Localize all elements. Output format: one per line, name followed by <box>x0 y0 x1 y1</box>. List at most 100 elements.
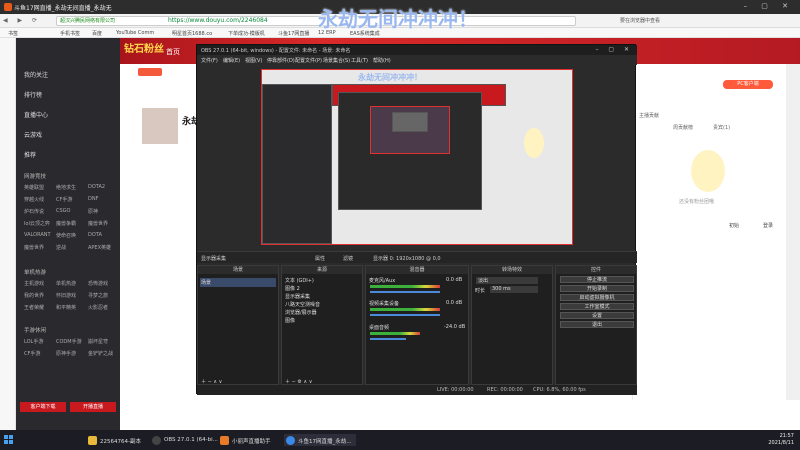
bookmark-item[interactable]: 明星首页1688.co <box>172 30 212 37</box>
studio-mode-button[interactable]: 工作室模式 <box>560 303 634 310</box>
taskbar-item[interactable]: 斗鱼17网直播_永劫... <box>284 434 356 446</box>
sidebar-category-link[interactable]: 寻梦之旅 <box>88 292 108 299</box>
source-item[interactable]: 显示器采集 <box>285 293 310 300</box>
sidebar-category-link[interactable]: 魔兽世界 <box>88 220 108 227</box>
stop-streaming-button[interactable]: 停止推流 <box>560 276 634 283</box>
sidebar-category-link[interactable]: 魔兽世界 <box>24 244 44 251</box>
start-recording-button[interactable]: 开始录制 <box>560 285 634 292</box>
sidebar-category-link[interactable]: 单机热游 <box>56 280 76 287</box>
obs-menu-item[interactable]: 视图(V) <box>245 57 262 64</box>
nav-buttons[interactable]: ◀ ▶ ⟳ <box>3 17 53 25</box>
obs-menu-item[interactable]: 编辑(E) <box>223 57 240 64</box>
sidebar-category-link[interactable]: 逆战 <box>56 244 66 251</box>
taskbar-item[interactable]: 22564764-副本 <box>86 434 145 446</box>
bookmark-item[interactable]: 下单成功-模版机 <box>228 30 265 37</box>
obs-menu-item[interactable]: 文件(F) <box>201 57 218 64</box>
display-select[interactable]: 显示器 0: 1920x1080 @ 0,0 <box>373 255 441 262</box>
sidebar-item-cloud-game[interactable]: 云游戏 <box>24 130 42 139</box>
obs-menu-item[interactable]: 帮助(H) <box>373 57 391 64</box>
sidebar-category-link[interactable]: 主机游戏 <box>24 280 44 287</box>
system-clock[interactable]: 21:57 2021/8/11 <box>768 433 794 447</box>
bookmark-item[interactable]: 手机书签 <box>60 30 80 37</box>
sidebar-category-link[interactable]: lol云顶之弈 <box>24 220 50 227</box>
sidebar-category-link[interactable]: 怀旧游戏 <box>56 292 76 299</box>
sidebar-category-link[interactable]: 王者荣耀 <box>24 304 44 311</box>
sidebar-category-link[interactable]: 穿越火线 <box>24 196 44 203</box>
transition-type-select[interactable]: 淡出 <box>476 277 538 284</box>
bookmark-item[interactable]: YouTube Comm <box>116 30 154 36</box>
bookmark-item[interactable]: 斗鱼17网直播 <box>278 30 309 37</box>
filters-button[interactable]: 滤镜 <box>343 255 353 262</box>
sidebar-category-link[interactable]: 魔兽争霸 <box>56 220 76 227</box>
scene-controls[interactable]: ＋ − ∧ ∨ <box>201 378 222 385</box>
sidebar-category-link[interactable]: 原神手游 <box>56 350 76 357</box>
url-field[interactable]: https://www.douyu.com/2246084 <box>168 17 268 24</box>
source-item[interactable]: 文本 (GDI+) <box>285 277 314 284</box>
taskbar-item[interactable]: 小丽声直播助手 <box>218 434 275 446</box>
sidebar-category-link[interactable]: 炉石传说 <box>24 208 44 215</box>
volume-slider[interactable] <box>370 314 440 316</box>
pc-client-button[interactable]: PC客户端 <box>723 80 773 89</box>
sidebar-category-link[interactable]: 原神 <box>88 208 98 215</box>
nav-home-link[interactable]: 首页 <box>166 47 180 57</box>
taskbar-item[interactable]: OBS 27.0.1 (64-bi... <box>150 434 222 446</box>
obs-menu-item[interactable]: 配置文件(P) <box>295 57 322 64</box>
sidebar-category-link[interactable]: VALORANT <box>24 232 51 238</box>
source-item[interactable]: 浏览器/展示器 <box>285 309 317 316</box>
avatar[interactable] <box>142 108 178 144</box>
bookmark-item[interactable]: 百度 <box>92 30 102 37</box>
properties-button[interactable]: 属性 <box>315 255 325 262</box>
exit-button[interactable]: 退出 <box>560 321 634 328</box>
sidebar-category-link[interactable]: DNF <box>88 196 98 202</box>
sidebar-category-link[interactable]: 绝地求生 <box>56 184 76 191</box>
rank-tab[interactable]: 周贡献榜 <box>673 124 693 131</box>
source-item[interactable]: 八路天空测噪音 <box>285 301 320 308</box>
site-logo[interactable]: 钻石粉丝 <box>124 40 164 55</box>
obs-window-controls[interactable]: – ▢ ✕ <box>595 46 633 53</box>
duration-input[interactable]: 300 ms <box>490 286 538 293</box>
address-box[interactable] <box>56 16 576 26</box>
sidebar-item-recommend[interactable]: 推荐 <box>24 150 36 159</box>
sidebar-category-link[interactable]: 恐怖游戏 <box>88 280 108 287</box>
sidebar-category-link[interactable]: DOTA <box>88 232 102 238</box>
sidebar-category-link[interactable]: 崩坏星穹 <box>88 338 108 345</box>
sidebar-category-link[interactable]: 金铲铲之战 <box>88 350 113 357</box>
sidebar-category-link[interactable]: 火影忍者 <box>88 304 108 311</box>
sidebar-category-link[interactable]: LOL手游 <box>24 338 43 345</box>
page-scrollbar[interactable] <box>786 64 800 400</box>
client-download-button[interactable]: 客户端下载 <box>20 402 66 412</box>
volume-slider[interactable] <box>370 338 406 340</box>
rank-tab[interactable]: 主播贡献 <box>639 112 659 119</box>
panel-action[interactable]: 初始 <box>729 222 739 229</box>
bookmark-item[interactable]: 书签 <box>8 30 18 37</box>
sidebar-category-link[interactable]: 我的世界 <box>24 292 44 299</box>
sidebar-item-ranking[interactable]: 排行榜 <box>24 90 42 99</box>
sidebar-category-link[interactable]: DOTA2 <box>88 184 105 190</box>
sidebar-category-link[interactable]: CF手游 <box>24 350 40 357</box>
obs-menu-item[interactable]: 场景集合(S) <box>323 57 350 64</box>
start-live-button[interactable]: 开播直播 <box>70 402 116 412</box>
obs-menu-item[interactable]: 工具(T) <box>351 57 368 64</box>
window-controls[interactable]: – ▢ ✕ <box>744 2 794 10</box>
volume-slider[interactable] <box>370 291 440 293</box>
sidebar-category-link[interactable]: 和平精英 <box>56 304 76 311</box>
source-controls[interactable]: ＋ − ⚙ ∧ ∨ <box>285 378 312 385</box>
browser-tab-title[interactable]: 斗鱼17网直播_永劫无间直播_永劫无 <box>14 3 112 12</box>
settings-button[interactable]: 设置 <box>560 312 634 319</box>
sidebar-item-following[interactable]: 我的关注 <box>24 70 48 79</box>
sidebar-category-link[interactable]: 使命召唤 <box>56 232 76 239</box>
source-item[interactable]: 图像 2 <box>285 285 300 292</box>
panel-action[interactable]: 登录 <box>763 222 773 229</box>
virtual-camera-button[interactable]: 启动虚拟摄像机 <box>560 294 634 301</box>
source-item[interactable]: 图像 <box>285 317 295 324</box>
obs-preview[interactable]: 永劫无间冲冲冲！ <box>261 69 573 245</box>
sidebar-category-link[interactable]: APEX英雄 <box>88 244 111 251</box>
sidebar-category-link[interactable]: CSGO <box>56 208 70 214</box>
sidebar-category-link[interactable]: CODM手游 <box>56 338 82 345</box>
sidebar-category-link[interactable]: CF手游 <box>56 196 72 203</box>
windows-start-icon[interactable] <box>4 435 14 445</box>
scene-item[interactable]: 场景 <box>200 278 276 287</box>
obs-menu-item[interactable]: 停靠部件(D) <box>267 57 295 64</box>
sidebar-item-live-center[interactable]: 直播中心 <box>24 110 48 119</box>
rank-tab[interactable]: 贵宾(1) <box>713 124 730 131</box>
